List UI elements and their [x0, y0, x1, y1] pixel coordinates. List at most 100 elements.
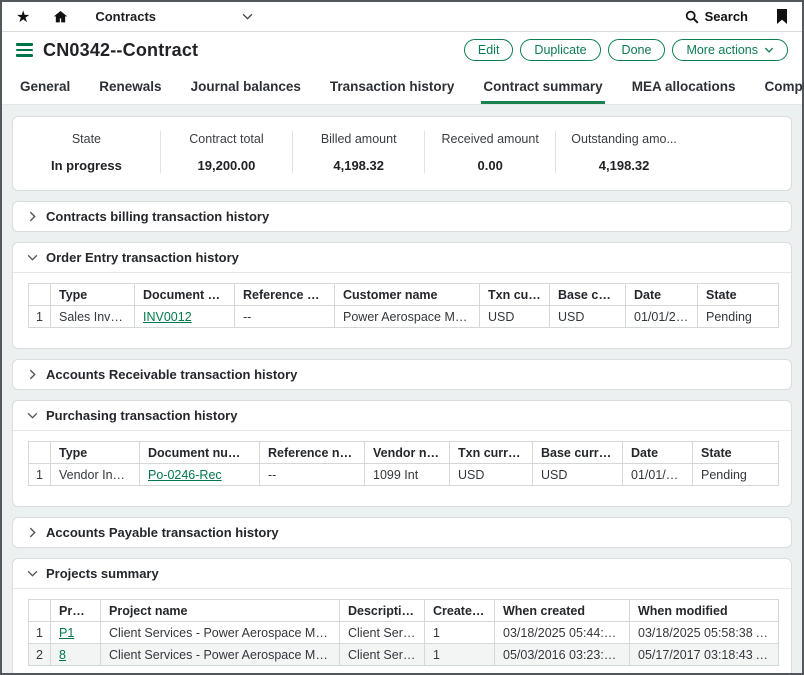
favorite-star-icon[interactable]: ★ [16, 7, 30, 27]
header-actions: Edit Duplicate Done More actions [464, 39, 788, 61]
done-button[interactable]: Done [608, 39, 666, 61]
table-row: 28Client Services - Power Aerospace Mate… [29, 644, 779, 666]
module-dropdown-label: Contracts [95, 9, 156, 24]
table-cell: 03/18/2025 05:44:44 AM [495, 622, 630, 644]
page-title: CN0342--Contract [43, 40, 198, 61]
tab-journal-balances[interactable]: Journal balances [189, 71, 303, 104]
column-header: Type [51, 284, 135, 306]
table-cell: Power Aerospace Materials [335, 306, 480, 328]
duplicate-button[interactable]: Duplicate [520, 39, 600, 61]
table-row: 1Vendor InvoicePo-0246-Rec--1099 IntUSDU… [29, 464, 779, 486]
section-title: Purchasing transaction history [46, 408, 237, 423]
table-cell: P1 [51, 622, 101, 644]
page-content: State In progress Contract total 19,200.… [2, 105, 802, 673]
tab-compliance[interactable]: Compliance [762, 71, 804, 104]
table-cell: 01/01/2025 [623, 464, 693, 486]
column-header [29, 600, 51, 622]
table-cell: 8 [51, 644, 101, 666]
home-icon[interactable] [52, 9, 69, 25]
stat-contract-total: Contract total 19,200.00 [161, 131, 293, 173]
table-cell: 1 [425, 644, 495, 666]
chevron-right-icon [27, 211, 38, 222]
tab-contract-summary[interactable]: Contract summary [481, 71, 604, 104]
table-cell: USD [533, 464, 623, 486]
purchasing-table: TypeDocument numberReference numberVendo… [28, 441, 779, 486]
table-cell: Sales Invoice [51, 306, 135, 328]
tab-general[interactable]: General [18, 71, 72, 104]
tab-mea-allocations[interactable]: MEA allocations [630, 71, 738, 104]
table-cell: USD [550, 306, 626, 328]
column-header: State [693, 442, 779, 464]
record-link[interactable]: Po-0246-Rec [148, 468, 222, 482]
table-row: 1Sales InvoiceINV0012--Power Aerospace M… [29, 306, 779, 328]
bookmark-icon[interactable] [776, 9, 788, 24]
stat-value: In progress [13, 158, 160, 173]
column-header: When created [495, 600, 630, 622]
tab-renewals[interactable]: Renewals [97, 71, 163, 104]
record-link[interactable]: INV0012 [143, 310, 192, 324]
tab-bar: General Renewals Journal balances Transa… [2, 68, 802, 105]
more-actions-button[interactable]: More actions [672, 39, 788, 61]
record-header: CN0342--Contract Edit Duplicate Done Mor… [2, 32, 802, 68]
section-toggle-projects-summary[interactable]: Projects summary [13, 559, 791, 589]
section-purchasing: Purchasing transaction history TypeDocum… [12, 400, 792, 507]
column-header [29, 442, 51, 464]
search-button[interactable]: Search [685, 9, 748, 24]
table-cell: 1 [425, 622, 495, 644]
table-cell: Vendor Invoice [51, 464, 140, 486]
stat-value: 4,198.32 [293, 158, 424, 173]
table-cell: Pending [693, 464, 779, 486]
table-cell: Client Services [340, 622, 425, 644]
order-entry-table: TypeDocument numberReference numberCusto… [28, 283, 779, 328]
column-header: Txn currency [450, 442, 533, 464]
section-title: Contracts billing transaction history [46, 209, 269, 224]
section-accounts-receivable: Accounts Receivable transaction history [12, 359, 792, 390]
column-header: Reference number [235, 284, 335, 306]
tab-transaction-history[interactable]: Transaction history [328, 71, 457, 104]
search-label: Search [705, 9, 748, 24]
purchasing-table-wrap: TypeDocument numberReference numberVendo… [13, 431, 791, 506]
column-header: Type [51, 442, 140, 464]
stat-received-amount: Received amount 0.00 [425, 131, 556, 173]
column-header: Project [51, 600, 101, 622]
chevron-down-icon [242, 13, 253, 20]
stat-value: 4,198.32 [556, 158, 692, 173]
stat-outstanding-amount: Outstanding amo... 4,198.32 [556, 131, 692, 173]
record-link[interactable]: 8 [59, 648, 66, 662]
section-title: Order Entry transaction history [46, 250, 239, 265]
chevron-down-icon [27, 254, 38, 261]
table-cell: 01/01/2025 [626, 306, 698, 328]
record-list-icon[interactable] [16, 43, 33, 57]
table-cell: Client Services - Power Aerospace Materi… [101, 644, 340, 666]
chevron-down-icon [764, 47, 774, 53]
chevron-down-icon [27, 570, 38, 577]
stat-state: State In progress [13, 131, 161, 173]
stat-label: Outstanding amo... [556, 132, 692, 146]
stat-label: Billed amount [293, 132, 424, 146]
column-header: Base currency [533, 442, 623, 464]
app-window: { "topbar": { "app_menu": "Contracts", "… [0, 0, 804, 675]
section-toggle-accounts-payable[interactable]: Accounts Payable transaction history [13, 518, 791, 547]
stat-value: 19,200.00 [161, 158, 292, 173]
stat-value: 0.00 [425, 158, 555, 173]
section-toggle-contracts-billing[interactable]: Contracts billing transaction history [13, 202, 791, 231]
section-order-entry: Order Entry transaction history TypeDocu… [12, 242, 792, 349]
section-toggle-order-entry[interactable]: Order Entry transaction history [13, 243, 791, 273]
section-title: Accounts Receivable transaction history [46, 367, 297, 382]
table-cell: Client Services [340, 644, 425, 666]
search-icon [685, 10, 699, 24]
stat-label: Contract total [161, 132, 292, 146]
edit-button[interactable]: Edit [464, 39, 514, 61]
table-cell: 03/18/2025 05:58:38 AM [630, 622, 779, 644]
table-cell: Pending [698, 306, 779, 328]
column-header: When modified [630, 600, 779, 622]
module-dropdown[interactable]: Contracts [95, 9, 253, 24]
table-row: 1P1Client Services - Power Aerospace Mat… [29, 622, 779, 644]
section-toggle-accounts-receivable[interactable]: Accounts Receivable transaction history [13, 360, 791, 389]
section-projects-summary: Projects summary ProjectProject nameDesc… [12, 558, 792, 673]
section-toggle-purchasing[interactable]: Purchasing transaction history [13, 401, 791, 431]
column-header: Created by [425, 600, 495, 622]
stat-label: Received amount [425, 132, 555, 146]
record-link[interactable]: P1 [59, 626, 74, 640]
section-contracts-billing: Contracts billing transaction history [12, 201, 792, 232]
